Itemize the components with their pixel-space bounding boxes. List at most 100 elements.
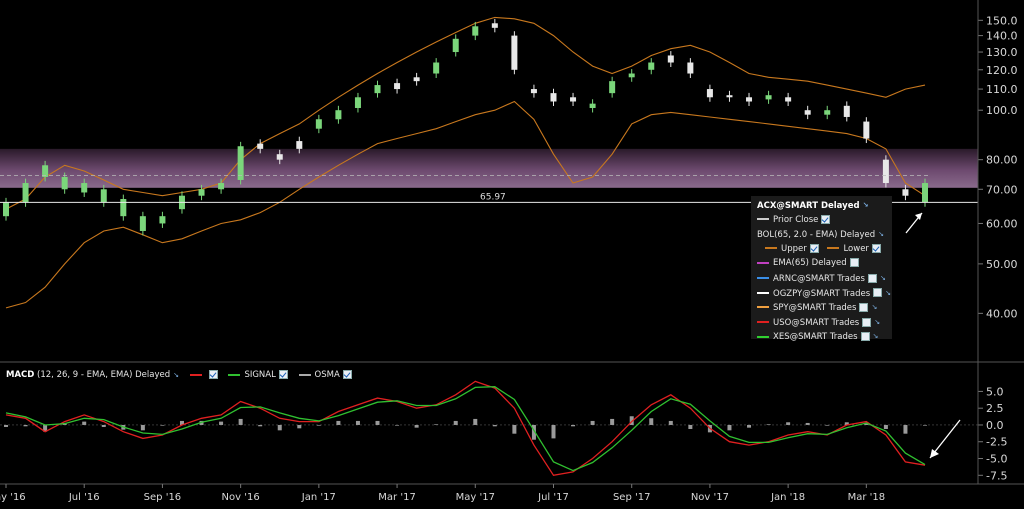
osma-bar: [82, 421, 87, 425]
osma-bar: [883, 424, 888, 429]
x-tick-label: Nov '17: [691, 492, 729, 503]
y-tick-label: 50.00: [986, 258, 1018, 271]
y-tick-label: 80.00: [986, 154, 1018, 167]
candle-body: [374, 85, 381, 94]
ema-checkbox[interactable]: [849, 258, 859, 268]
legend-item-uso: USO@SMART Trades ↘: [751, 315, 892, 330]
osma-bar: [590, 420, 595, 425]
osma-bar: [512, 424, 517, 434]
candle-body: [315, 119, 322, 129]
candle-body: [863, 121, 870, 139]
expand-arrow-icon[interactable]: ↘: [880, 271, 886, 286]
candle-body: [237, 146, 244, 180]
candle-body: [589, 103, 596, 108]
osma-bar: [375, 420, 380, 425]
macd-params: (12, 26, 9 - EMA, EMA) Delayed: [37, 370, 171, 380]
candle-body: [843, 105, 850, 117]
arnc-checkbox[interactable]: [867, 273, 877, 283]
x-tick-label: Mar '18: [848, 492, 886, 503]
osma-bar: [727, 424, 732, 431]
candle-body: [433, 62, 440, 74]
expand-arrow-icon[interactable]: ↘: [873, 329, 879, 344]
x-tick-label: Sep '16: [144, 492, 182, 503]
osma-bar: [649, 418, 654, 425]
candle-body: [511, 35, 518, 70]
candle-body: [804, 110, 811, 115]
x-tick-label: Jan '18: [770, 492, 805, 503]
candle-body: [550, 93, 557, 102]
x-tick-label: Jul '16: [68, 492, 100, 503]
osma-bar: [395, 424, 400, 426]
lower-checkbox[interactable]: [871, 243, 881, 253]
expand-arrow-icon[interactable]: ↘: [885, 286, 891, 301]
candle-body: [218, 183, 225, 190]
xes-checkbox[interactable]: [860, 332, 870, 342]
legend-item-prior-close: Prior Close: [751, 213, 892, 228]
annotation-arrow: [929, 419, 961, 459]
osma-label: OSMA: [314, 370, 340, 380]
legend-item-arnc: ARNC@SMART Trades ↘: [751, 271, 892, 286]
legend-item-spy: SPY@SMART Trades ↘: [751, 300, 892, 315]
candle-body: [61, 176, 68, 190]
macd-y-tick-label: -2.5: [986, 436, 1007, 449]
candle-body: [687, 62, 694, 74]
x-tick-label: May '16: [0, 492, 26, 503]
candle-body: [609, 81, 616, 94]
candle-body: [139, 216, 146, 231]
osma-bar: [101, 424, 106, 427]
macd-y-tick-label: 5.0: [986, 385, 1004, 398]
uso-checkbox[interactable]: [862, 317, 872, 327]
osma-bar: [786, 422, 791, 425]
osma-bar: [668, 420, 673, 425]
x-tick-label: May '17: [456, 492, 495, 503]
osma-bar: [551, 424, 556, 439]
osma-bar: [766, 424, 771, 425]
x-tick-label: Nov '16: [222, 492, 260, 503]
macd-panel: 5.0 2.5 0.0 -2.5 -5.0 -7.5: [0, 362, 1007, 484]
osma-bar: [316, 424, 321, 426]
candle-body: [648, 62, 655, 70]
osma-bar: [23, 424, 28, 427]
candle-body: [667, 55, 674, 63]
expand-arrow-icon[interactable]: ↘: [874, 315, 880, 330]
legend-item-bollinger: BOL(65, 2.0 - EMA) Delayed ↘: [751, 227, 892, 242]
candle-body: [491, 23, 498, 28]
candle-body: [765, 95, 772, 100]
candle-body: [394, 83, 401, 90]
legend-item-bollinger-bands: Upper Lower: [751, 242, 892, 257]
expand-arrow-icon[interactable]: ↘: [878, 227, 884, 242]
candle-body: [3, 202, 9, 217]
candle-body: [257, 143, 264, 149]
signal-checkbox[interactable]: [278, 370, 288, 379]
candle-body: [882, 159, 889, 184]
osma-bar: [238, 418, 243, 425]
legend-item-ogzpy: OGZPY@SMART Trades ↘: [751, 286, 892, 301]
ogzpy-checkbox[interactable]: [873, 288, 883, 298]
candle-body: [746, 97, 753, 102]
candle-body: [22, 183, 29, 203]
y-tick-label: 70.00: [986, 183, 1018, 196]
candle-body: [902, 189, 909, 196]
osma-bar: [355, 420, 360, 425]
expand-arrow-icon[interactable]: ↘: [863, 198, 869, 213]
macd-y-tick-label: -7.5: [986, 469, 1007, 482]
candle-body: [120, 198, 127, 217]
spy-checkbox[interactable]: [859, 302, 869, 312]
osma-checkbox[interactable]: [342, 370, 352, 379]
expand-arrow-icon[interactable]: ↘: [871, 300, 877, 315]
y-tick-label: 140.0: [986, 30, 1018, 43]
upper-checkbox[interactable]: [809, 243, 819, 253]
prior-close-checkbox[interactable]: [821, 214, 831, 224]
y-tick-label: 150.0: [986, 14, 1018, 27]
candle-body: [472, 26, 479, 36]
candle-body: [824, 110, 831, 115]
candle-body: [335, 110, 342, 120]
signal-label: SIGNAL: [244, 370, 276, 380]
macd-line-checkbox[interactable]: [208, 370, 218, 379]
candle-body: [785, 97, 792, 102]
osma-bar: [258, 424, 263, 427]
macd-header: MACD (12, 26, 9 - EMA, EMA) Delayed ↘ SIG…: [6, 370, 352, 380]
osma-bar: [297, 424, 302, 429]
expand-arrow-icon[interactable]: ↘: [173, 371, 179, 379]
osma-bar: [610, 418, 615, 425]
